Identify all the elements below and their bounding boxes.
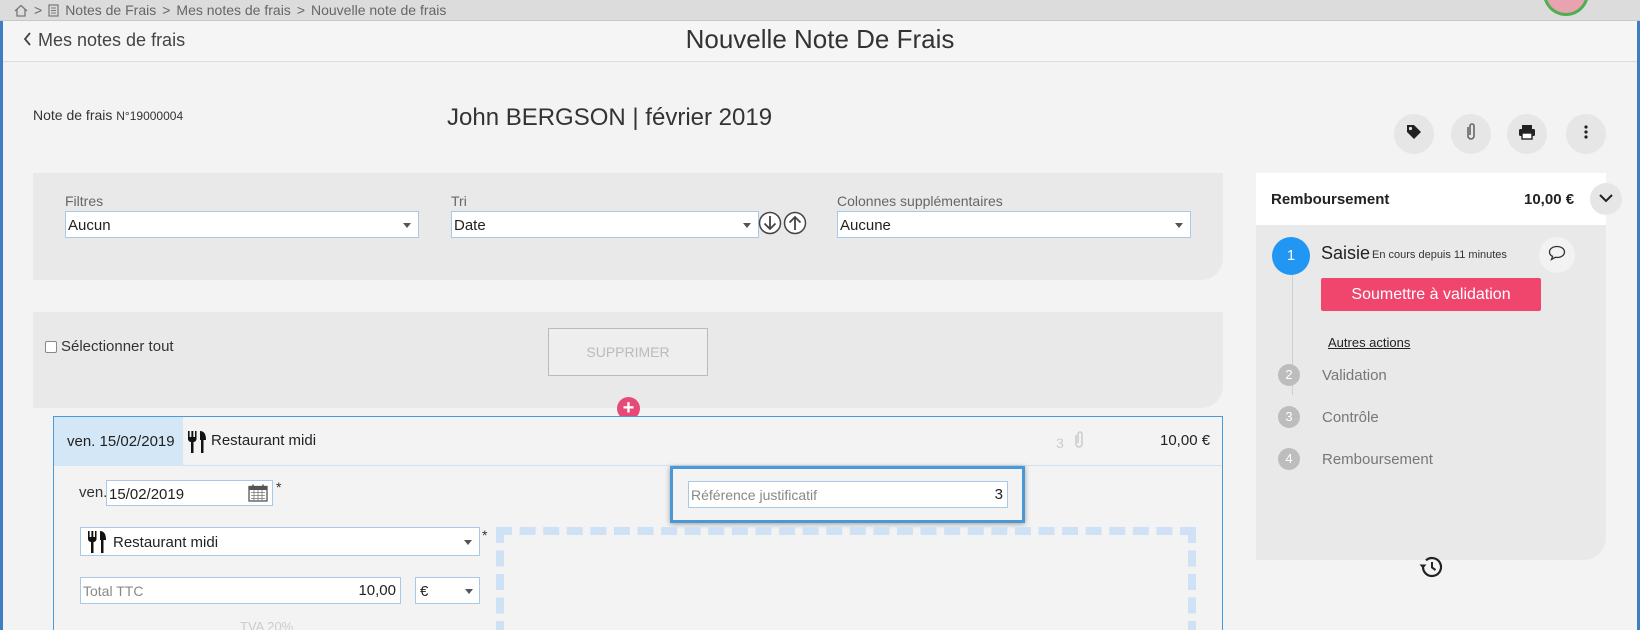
select-all[interactable]: Sélectionner tout xyxy=(45,338,174,355)
document-icon xyxy=(48,3,59,17)
date-input[interactable]: 15/02/2019 xyxy=(106,480,273,506)
category-select-value: Restaurant midi xyxy=(113,534,219,551)
step-4-label: Remboursement xyxy=(1322,451,1433,468)
arrow-down-circle-icon xyxy=(758,211,782,239)
other-actions-link[interactable]: Autres actions xyxy=(1328,335,1410,350)
workflow-panel: Remboursement 10,00 € 1 Saisie En cours … xyxy=(1256,173,1622,560)
print-button[interactable] xyxy=(1507,114,1547,154)
expense-date: ven. 15/02/2019 xyxy=(54,417,183,466)
currency-select[interactable]: € xyxy=(415,577,480,604)
category-required-mark: * xyxy=(482,527,488,543)
step-1-label: Saisie xyxy=(1321,243,1371,263)
reference-placeholder: Référence justificatif xyxy=(691,487,818,503)
columns-label: Colonnes supplémentaires xyxy=(837,193,1003,209)
breadcrumb-item-my-notes[interactable]: Mes notes de frais xyxy=(176,2,290,18)
breadcrumb: > Notes de Frais > Mes notes de frais > … xyxy=(0,0,1640,21)
step-1-status: En cours depuis 11 minutes xyxy=(1372,249,1507,261)
avatar[interactable] xyxy=(1543,0,1589,16)
select-all-checkbox[interactable] xyxy=(45,340,57,353)
breadcrumb-item-notes[interactable]: Notes de Frais xyxy=(65,2,156,18)
breadcrumb-separator: > xyxy=(296,2,305,18)
more-vert-icon xyxy=(1584,124,1588,144)
window-edge-left xyxy=(0,0,3,630)
cutlery-icon xyxy=(187,430,207,459)
chevron-down-icon xyxy=(1175,223,1183,228)
currency-select-value: € xyxy=(420,583,429,600)
total-ttc-value: 10,00 xyxy=(358,582,396,599)
workflow-header: Remboursement 10,00 € xyxy=(1256,173,1606,225)
sort-label: Tri xyxy=(451,193,467,209)
page-header: Mes notes de frais Nouvelle Note De Frai… xyxy=(3,21,1637,62)
columns-select-value: Aucune xyxy=(840,217,891,234)
sort-ascending-button[interactable] xyxy=(783,211,807,240)
total-ttc-placeholder: Total TTC xyxy=(83,583,144,599)
vat-label: TVA 20% xyxy=(240,619,294,630)
filter-select[interactable]: Aucun xyxy=(65,211,419,238)
step-1-circle: 1 xyxy=(1272,237,1310,275)
arrow-up-circle-icon xyxy=(783,211,807,239)
chevron-down-icon xyxy=(464,540,472,545)
attachment-count: 3 xyxy=(1056,435,1064,451)
cutlery-icon xyxy=(87,530,107,558)
filter-label: Filtres xyxy=(65,193,104,209)
expense-card-header[interactable]: ven. 15/02/2019 Restaurant midi 3 10,00 … xyxy=(54,417,1222,466)
home-icon[interactable] xyxy=(14,4,28,17)
paperclip-icon xyxy=(1465,122,1477,147)
step-3-label: Contrôle xyxy=(1322,409,1379,426)
columns-select[interactable]: Aucune xyxy=(837,211,1191,238)
filters-panel: Filtres Aucun Tri Date Colonnes suppléme… xyxy=(33,173,1223,280)
calendar-icon[interactable] xyxy=(248,484,268,506)
note-label: Note de frais xyxy=(33,107,113,123)
chevron-down-icon xyxy=(465,589,473,594)
tag-button[interactable] xyxy=(1394,114,1434,154)
note-id-value: N°19000004 xyxy=(116,109,184,123)
step-3-circle: 3 xyxy=(1278,406,1300,428)
comment-button[interactable] xyxy=(1539,237,1575,273)
expense-category: Restaurant midi xyxy=(211,432,317,449)
collapse-button[interactable] xyxy=(1590,183,1622,215)
reference-value: 3 xyxy=(994,486,1003,503)
breadcrumb-separator: > xyxy=(162,2,171,18)
total-ttc-input[interactable]: Total TTC 10,00 xyxy=(80,577,401,604)
category-select[interactable]: Restaurant midi xyxy=(80,527,480,556)
filter-select-value: Aucun xyxy=(68,217,111,234)
date-input-value: 15/02/2019 xyxy=(109,486,185,503)
sort-descending-button[interactable] xyxy=(758,211,782,240)
submit-validation-button[interactable]: Soumettre à validation xyxy=(1321,278,1541,311)
sort-select-value: Date xyxy=(454,217,486,234)
select-all-label: Sélectionner tout xyxy=(61,338,174,355)
note-owner-period: John BERGSON | février 2019 xyxy=(447,104,773,131)
attach-button[interactable] xyxy=(1451,114,1491,154)
note-number: Note de frais N°19000004 xyxy=(33,107,183,123)
print-icon xyxy=(1518,124,1536,145)
workflow-title: Remboursement xyxy=(1271,191,1390,208)
delete-button[interactable]: SUPPRIMER xyxy=(548,328,708,376)
page-title: Nouvelle Note De Frais xyxy=(685,24,955,54)
tag-icon xyxy=(1405,123,1423,146)
step-2-circle: 2 xyxy=(1278,364,1300,386)
workflow-amount: 10,00 € xyxy=(1524,191,1575,208)
reference-highlight: Référence justificatif 3 xyxy=(670,466,1025,523)
comment-icon xyxy=(1548,245,1566,266)
paperclip-icon[interactable] xyxy=(1073,430,1085,455)
step-4-circle: 4 xyxy=(1278,448,1300,470)
chevron-down-icon xyxy=(743,223,751,228)
chevron-down-icon xyxy=(1599,190,1613,208)
date-day: ven. xyxy=(79,484,108,501)
receipt-dropzone[interactable] xyxy=(496,527,1196,630)
reference-input[interactable]: Référence justificatif 3 xyxy=(688,481,1008,508)
chevron-down-icon xyxy=(403,223,411,228)
step-2-label: Validation xyxy=(1322,367,1387,384)
history-icon xyxy=(1418,556,1444,583)
sort-select[interactable]: Date xyxy=(451,211,759,238)
date-required-mark: * xyxy=(276,479,282,495)
breadcrumb-item-new-note: Nouvelle note de frais xyxy=(311,2,447,18)
expense-amount: 10,00 € xyxy=(1160,432,1211,449)
breadcrumb-separator: > xyxy=(34,2,43,18)
history-button[interactable] xyxy=(1418,555,1444,584)
more-button[interactable] xyxy=(1566,114,1606,154)
